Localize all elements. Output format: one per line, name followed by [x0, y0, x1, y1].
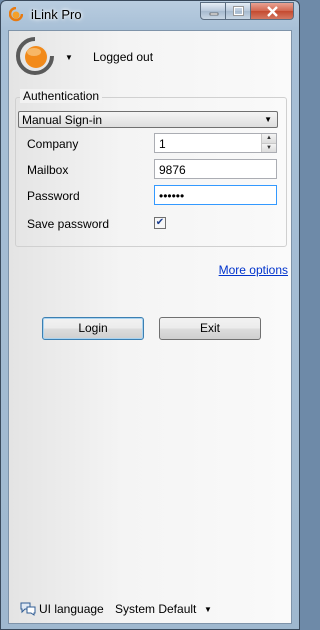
mailbox-field[interactable]: 9876	[154, 159, 277, 179]
minimize-icon	[209, 12, 219, 16]
triangle-down-icon[interactable]: ▼	[65, 53, 73, 62]
company-stepper[interactable]: 1 ▲ ▼	[154, 133, 277, 153]
spin-up-icon[interactable]: ▲	[262, 134, 276, 143]
maximize-icon	[233, 6, 244, 16]
app-window: iLink Pro ▼ Logged out Authentication Ma…	[0, 0, 300, 630]
ui-language-row: UI language System Default ▼	[19, 601, 289, 617]
login-button[interactable]: Login	[42, 317, 144, 340]
spin-down-icon[interactable]: ▼	[262, 143, 276, 152]
minimize-button[interactable]	[200, 2, 226, 20]
language-dropdown-icon[interactable]: ▼	[204, 605, 212, 614]
app-logo-icon	[9, 7, 23, 22]
status-bar: ▼ Logged out	[9, 31, 291, 81]
authentication-group-title: Authentication	[20, 89, 103, 103]
mailbox-value: 9876	[159, 163, 186, 177]
sign-in-method-value: Manual Sign-in	[22, 113, 103, 127]
speech-bubbles-icon	[20, 602, 36, 616]
password-label: Password	[27, 189, 80, 203]
ui-language-value[interactable]: System Default	[115, 602, 196, 616]
close-icon	[267, 6, 278, 17]
company-spinner[interactable]: ▲ ▼	[261, 134, 276, 152]
more-options-link[interactable]: More options	[219, 263, 288, 277]
ui-language-label: UI language	[39, 602, 104, 616]
save-password-checkbox[interactable]: ✔	[154, 217, 166, 229]
save-password-label: Save password	[27, 217, 110, 231]
mailbox-label: Mailbox	[27, 163, 69, 177]
checkmark-icon: ✔	[155, 217, 165, 228]
caption-buttons	[200, 2, 294, 21]
presence-status-icon[interactable]	[15, 36, 55, 76]
client-area: ▼ Logged out Authentication Manual Sign-…	[8, 30, 292, 624]
chevron-down-icon: ▼	[264, 115, 272, 124]
sign-in-method-select[interactable]: Manual Sign-in ▼	[18, 111, 278, 128]
company-label: Company	[27, 137, 79, 151]
exit-button[interactable]: Exit	[159, 317, 261, 340]
company-value: 1	[159, 137, 166, 151]
window-title: iLink Pro	[31, 7, 82, 22]
password-field[interactable]: ••••••	[154, 185, 277, 205]
maximize-button[interactable]	[226, 2, 251, 20]
login-status-text: Logged out	[93, 50, 154, 64]
password-value: ••••••	[159, 189, 185, 203]
close-button[interactable]	[251, 2, 294, 20]
title-bar[interactable]: iLink Pro	[1, 1, 299, 29]
